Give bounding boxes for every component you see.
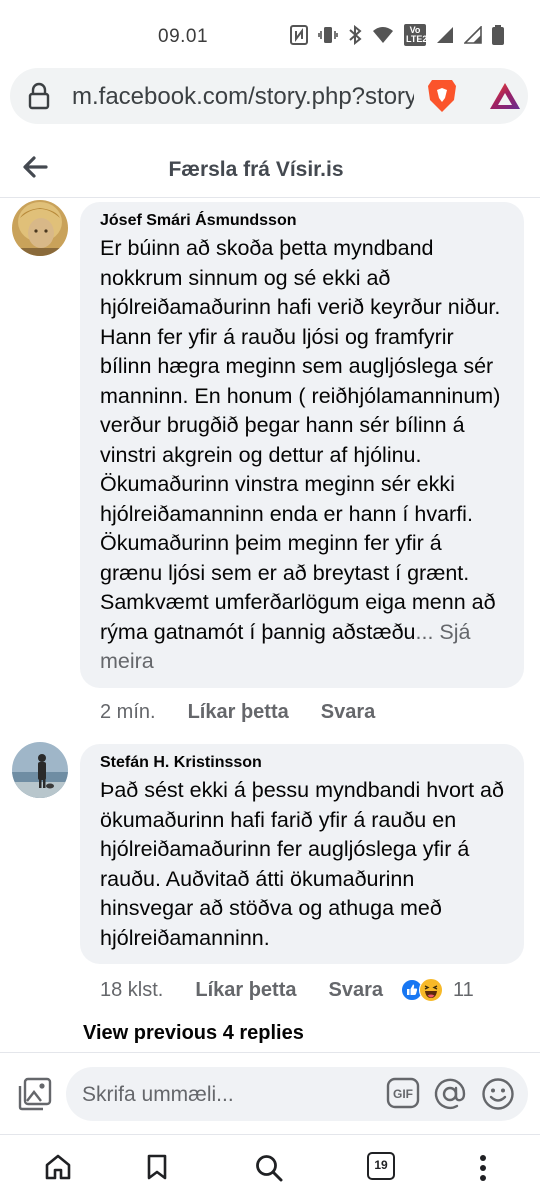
comment-text: Er búinn að skoða þetta myndband nokkrum… [100,236,501,673]
mention-at-icon[interactable] [433,1077,467,1111]
page-header: Færsla frá Vísir.is [0,140,540,198]
brave-shield-icon[interactable] [426,78,458,114]
comment-actions: 18 klst. Líkar þetta Svara 11 [100,978,474,1002]
like-button[interactable]: Líkar þetta [195,979,296,1002]
comment-time: 2 mín. [100,701,156,723]
gif-icon[interactable]: GIF [386,1077,420,1109]
url-bar[interactable]: m.facebook.com/story.php?story_ [10,68,528,124]
comment-text: Það sést ekki á þessu myndbandi hvort að… [100,778,504,950]
reactions-summary[interactable]: 11 [401,978,474,1002]
comment-author[interactable]: Stefán H. Kristinsson [100,754,504,772]
tabs-button[interactable]: 19 [367,1152,395,1180]
comment-input-placeholder[interactable]: Skrifa ummæli... [82,1083,234,1107]
comment-time: 18 klst. [100,978,164,1001]
wifi-icon [373,27,393,43]
volte-badge: Vo LTE2 [404,24,428,46]
more-menu-icon[interactable] [476,1153,490,1183]
brave-rewards-icon[interactable] [488,81,522,111]
status-icons: Vo LTE2 [290,24,504,46]
vibrate-icon [318,27,338,43]
photo-icon[interactable] [18,1077,52,1111]
like-button[interactable]: Líkar þetta [188,701,289,724]
comment-bubble: Jósef Smári Ásmundsson Er búinn að skoða… [80,202,524,688]
browser-bottom-nav: 19 [0,1134,540,1200]
reaction-count: 11 [453,978,474,1001]
nfc-icon [290,25,308,45]
home-icon[interactable] [44,1153,72,1181]
bluetooth-icon [349,25,362,45]
bookmark-icon[interactable] [145,1153,169,1181]
comment-composer: Skrifa ummæli... GIF [0,1052,540,1134]
emoji-icon[interactable] [481,1077,515,1111]
comment-actions: 2 mín. Líkar þetta Svara [100,701,375,724]
comment-bubble: Stefán H. Kristinsson Það sést ekki á þe… [80,744,524,964]
search-icon[interactable] [254,1153,284,1183]
reply-button[interactable]: Svara [321,701,376,724]
reply-button[interactable]: Svara [329,979,384,1002]
status-time: 09.01 [158,26,209,47]
view-previous-replies-link[interactable]: View previous 4 replies [83,1022,304,1045]
status-bar: 09.01 Vo LTE2 [0,0,540,64]
avatar[interactable] [12,200,68,256]
signal-icon-2 [464,26,482,44]
page-title: Færsla frá Vísir.is [168,158,344,181]
haha-reaction-icon [419,978,444,1002]
url-text[interactable]: m.facebook.com/story.php?story_ [72,83,414,111]
avatar[interactable] [12,742,68,798]
signal-icon [437,27,453,43]
lock-icon [28,82,50,110]
comment-author[interactable]: Jósef Smári Ásmundsson [100,212,504,230]
svg-text:GIF: GIF [393,1087,413,1101]
battery-icon [492,25,504,45]
